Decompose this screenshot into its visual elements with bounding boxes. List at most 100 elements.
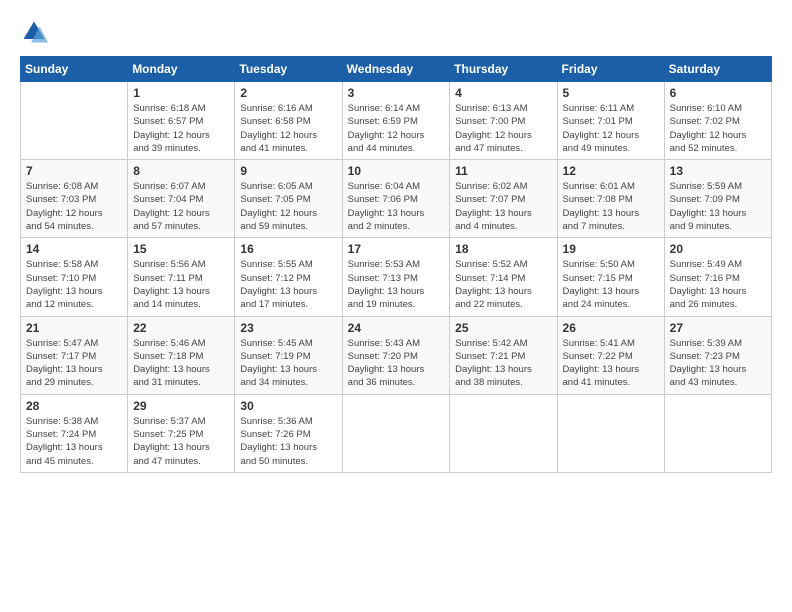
day-info: Sunrise: 5:36 AM Sunset: 7:26 PM Dayligh…: [240, 415, 336, 468]
day-number: 23: [240, 321, 336, 335]
day-number: 14: [26, 242, 122, 256]
calendar-cell: [664, 394, 771, 472]
day-number: 22: [133, 321, 229, 335]
day-info: Sunrise: 5:47 AM Sunset: 7:17 PM Dayligh…: [26, 337, 122, 390]
day-info: Sunrise: 6:07 AM Sunset: 7:04 PM Dayligh…: [133, 180, 229, 233]
day-number: 7: [26, 164, 122, 178]
calendar-cell: 8Sunrise: 6:07 AM Sunset: 7:04 PM Daylig…: [128, 160, 235, 238]
calendar-cell: 20 Sunrise: 5:49 AM Sunset: 7:16 PM Dayli…: [664, 238, 771, 316]
calendar-cell: 12Sunrise: 6:01 AM Sunset: 7:08 PM Dayli…: [557, 160, 664, 238]
day-info: Sunrise: 5:50 AM Sunset: 7:15 PM Dayligh…: [563, 258, 659, 311]
calendar-cell: 6 Sunrise: 6:10 AM Sunset: 7:02 PM Daylig…: [664, 82, 771, 160]
logo: [20, 18, 52, 46]
weekday-header-row: SundayMondayTuesdayWednesdayThursdayFrid…: [21, 57, 772, 82]
calendar-cell: 25Sunrise: 5:42 AM Sunset: 7:21 PM Dayli…: [450, 316, 557, 394]
day-number: 29: [133, 399, 229, 413]
calendar: SundayMondayTuesdayWednesdayThursdayFrid…: [20, 56, 772, 473]
day-number: 24: [348, 321, 445, 335]
day-number: 20: [670, 242, 766, 256]
calendar-cell: 9Sunrise: 6:05 AM Sunset: 7:05 PM Daylig…: [235, 160, 342, 238]
day-info: Sunrise: 5:58 AM Sunset: 7:10 PM Dayligh…: [26, 258, 122, 311]
day-number: 17: [348, 242, 445, 256]
logo-icon: [20, 18, 48, 46]
calendar-cell: 26 Sunrise: 5:41 AM Sunset: 7:22 PM Dayli…: [557, 316, 664, 394]
week-row-2: 7Sunrise: 6:08 AM Sunset: 7:03 PM Daylig…: [21, 160, 772, 238]
day-number: 10: [348, 164, 445, 178]
day-number: 4: [455, 86, 551, 100]
calendar-cell: 7Sunrise: 6:08 AM Sunset: 7:03 PM Daylig…: [21, 160, 128, 238]
day-number: 12: [563, 164, 659, 178]
week-row-5: 28 Sunrise: 5:38 AM Sunset: 7:24 PM Dayli…: [21, 394, 772, 472]
weekday-header-wednesday: Wednesday: [342, 57, 450, 82]
day-number: 5: [563, 86, 659, 100]
day-number: 6: [670, 86, 766, 100]
day-info: Sunrise: 5:52 AM Sunset: 7:14 PM Dayligh…: [455, 258, 551, 311]
weekday-header-friday: Friday: [557, 57, 664, 82]
day-info: Sunrise: 5:41 AM Sunset: 7:22 PM Dayligh…: [563, 337, 659, 390]
weekday-header-monday: Monday: [128, 57, 235, 82]
day-info: Sunrise: 5:59 AM Sunset: 7:09 PM Dayligh…: [670, 180, 766, 233]
day-info: Sunrise: 5:43 AM Sunset: 7:20 PM Dayligh…: [348, 337, 445, 390]
calendar-cell: 24 Sunrise: 5:43 AM Sunset: 7:20 PM Dayli…: [342, 316, 450, 394]
calendar-cell: 5 Sunrise: 6:11 AM Sunset: 7:01 PM Daylig…: [557, 82, 664, 160]
day-number: 2: [240, 86, 336, 100]
day-info: Sunrise: 5:39 AM Sunset: 7:23 PM Dayligh…: [670, 337, 766, 390]
day-info: Sunrise: 6:16 AM Sunset: 6:58 PM Dayligh…: [240, 102, 336, 155]
calendar-cell: [557, 394, 664, 472]
day-info: Sunrise: 5:46 AM Sunset: 7:18 PM Dayligh…: [133, 337, 229, 390]
calendar-cell: 19 Sunrise: 5:50 AM Sunset: 7:15 PM Dayli…: [557, 238, 664, 316]
day-number: 27: [670, 321, 766, 335]
calendar-cell: 10 Sunrise: 6:04 AM Sunset: 7:06 PM Dayli…: [342, 160, 450, 238]
calendar-cell: 14 Sunrise: 5:58 AM Sunset: 7:10 PM Dayli…: [21, 238, 128, 316]
day-number: 1: [133, 86, 229, 100]
calendar-cell: [450, 394, 557, 472]
calendar-cell: 4 Sunrise: 6:13 AM Sunset: 7:00 PM Daylig…: [450, 82, 557, 160]
day-number: 28: [26, 399, 122, 413]
calendar-cell: 21 Sunrise: 5:47 AM Sunset: 7:17 PM Dayli…: [21, 316, 128, 394]
day-number: 11: [455, 164, 551, 178]
day-info: Sunrise: 5:38 AM Sunset: 7:24 PM Dayligh…: [26, 415, 122, 468]
day-info: Sunrise: 6:14 AM Sunset: 6:59 PM Dayligh…: [348, 102, 445, 155]
day-info: Sunrise: 6:04 AM Sunset: 7:06 PM Dayligh…: [348, 180, 445, 233]
day-number: 21: [26, 321, 122, 335]
calendar-cell: 23 Sunrise: 5:45 AM Sunset: 7:19 PM Dayli…: [235, 316, 342, 394]
day-info: Sunrise: 6:11 AM Sunset: 7:01 PM Dayligh…: [563, 102, 659, 155]
calendar-cell: 27 Sunrise: 5:39 AM Sunset: 7:23 PM Dayli…: [664, 316, 771, 394]
day-info: Sunrise: 5:45 AM Sunset: 7:19 PM Dayligh…: [240, 337, 336, 390]
calendar-cell: 17Sunrise: 5:53 AM Sunset: 7:13 PM Dayli…: [342, 238, 450, 316]
day-info: Sunrise: 5:49 AM Sunset: 7:16 PM Dayligh…: [670, 258, 766, 311]
calendar-cell: 15Sunrise: 5:56 AM Sunset: 7:11 PM Dayli…: [128, 238, 235, 316]
day-info: Sunrise: 6:13 AM Sunset: 7:00 PM Dayligh…: [455, 102, 551, 155]
day-number: 18: [455, 242, 551, 256]
calendar-cell: 1 Sunrise: 6:18 AM Sunset: 6:57 PM Daylig…: [128, 82, 235, 160]
weekday-header-saturday: Saturday: [664, 57, 771, 82]
week-row-1: 1 Sunrise: 6:18 AM Sunset: 6:57 PM Daylig…: [21, 82, 772, 160]
day-info: Sunrise: 6:02 AM Sunset: 7:07 PM Dayligh…: [455, 180, 551, 233]
day-number: 13: [670, 164, 766, 178]
day-info: Sunrise: 6:18 AM Sunset: 6:57 PM Dayligh…: [133, 102, 229, 155]
day-number: 26: [563, 321, 659, 335]
calendar-cell: 29 Sunrise: 5:37 AM Sunset: 7:25 PM Dayli…: [128, 394, 235, 472]
calendar-cell: 3Sunrise: 6:14 AM Sunset: 6:59 PM Daylig…: [342, 82, 450, 160]
day-number: 15: [133, 242, 229, 256]
weekday-header-tuesday: Tuesday: [235, 57, 342, 82]
day-number: 25: [455, 321, 551, 335]
calendar-cell: [21, 82, 128, 160]
day-info: Sunrise: 5:37 AM Sunset: 7:25 PM Dayligh…: [133, 415, 229, 468]
weekday-header-sunday: Sunday: [21, 57, 128, 82]
calendar-cell: 16Sunrise: 5:55 AM Sunset: 7:12 PM Dayli…: [235, 238, 342, 316]
calendar-cell: 28 Sunrise: 5:38 AM Sunset: 7:24 PM Dayli…: [21, 394, 128, 472]
week-row-3: 14 Sunrise: 5:58 AM Sunset: 7:10 PM Dayli…: [21, 238, 772, 316]
calendar-cell: [342, 394, 450, 472]
calendar-cell: 11 Sunrise: 6:02 AM Sunset: 7:07 PM Dayli…: [450, 160, 557, 238]
header: [20, 18, 772, 46]
day-info: Sunrise: 6:05 AM Sunset: 7:05 PM Dayligh…: [240, 180, 336, 233]
day-number: 19: [563, 242, 659, 256]
weekday-header-thursday: Thursday: [450, 57, 557, 82]
day-number: 16: [240, 242, 336, 256]
calendar-cell: 13 Sunrise: 5:59 AM Sunset: 7:09 PM Dayli…: [664, 160, 771, 238]
calendar-cell: 22 Sunrise: 5:46 AM Sunset: 7:18 PM Dayli…: [128, 316, 235, 394]
calendar-cell: 18 Sunrise: 5:52 AM Sunset: 7:14 PM Dayli…: [450, 238, 557, 316]
day-number: 30: [240, 399, 336, 413]
day-info: Sunrise: 6:10 AM Sunset: 7:02 PM Dayligh…: [670, 102, 766, 155]
